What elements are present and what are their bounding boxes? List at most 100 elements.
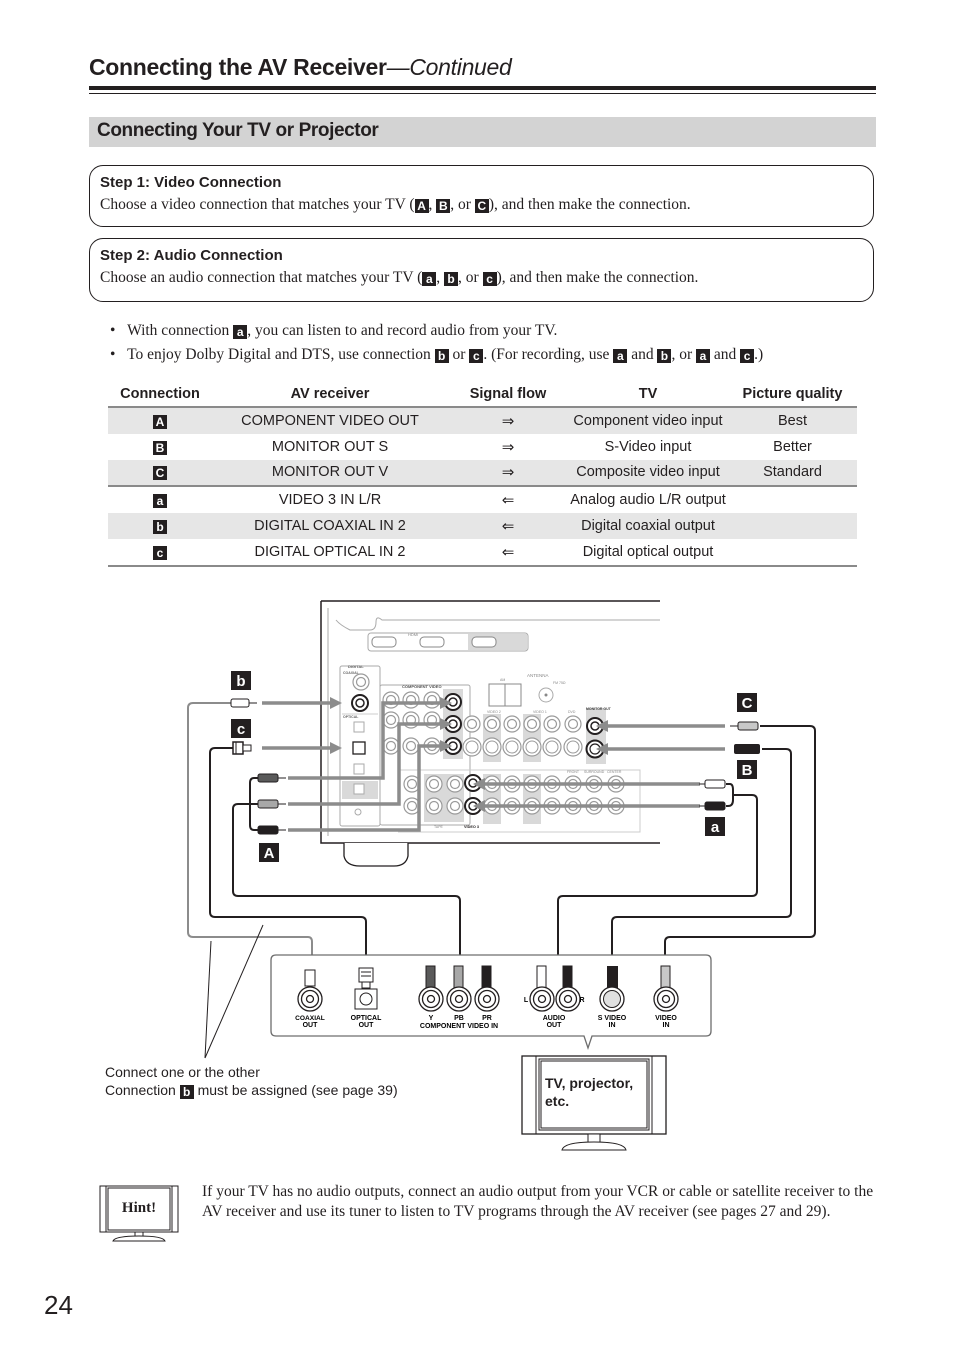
video1-label: VIDEO 1 (533, 710, 547, 714)
receiver-back-panel: HDMI DIGITAL COAXIAL OPTICAL COMPONENT V… (320, 600, 660, 867)
fm-label: FM 75Ω (553, 681, 566, 685)
table-row: a VIDEO 3 IN L/R ⇐ Analog audio L/R outp… (108, 485, 857, 514)
l-label: L (524, 997, 529, 1004)
audio-out-label: AUDIO (543, 1015, 566, 1022)
signal-flow-arrow-icon: ⇒ (448, 459, 568, 487)
step2-heading: Step 2: Audio Connection (100, 247, 283, 264)
page-title: Connecting the AV Receiver—Continued (89, 54, 512, 81)
r-label: R (579, 997, 584, 1004)
cell-receiver: VIDEO 3 IN L/R (212, 485, 448, 514)
connect-note-line1: Connect one or the other (105, 1064, 260, 1080)
signal-flow-arrow-icon: ⇒ (501, 437, 515, 456)
table-row: A COMPONENT VIDEO OUT ⇒ Component video … (108, 407, 857, 434)
badge-b: b (444, 272, 459, 286)
badge-A: A (414, 199, 429, 213)
optical-label: OPTICAL (343, 715, 359, 719)
connection-badge: b (153, 520, 167, 535)
cell-receiver: COMPONENT VIDEO OUT (212, 407, 448, 434)
cell-receiver: MONITOR OUT V (212, 459, 448, 487)
signal-flow-arrow-icon: ⇒ (448, 407, 568, 434)
svg-text:IN: IN (663, 1022, 670, 1029)
cell-quality: Better (773, 438, 812, 455)
note-pointer-lines (204, 924, 264, 1059)
cell-tv: S-Video input (604, 438, 692, 455)
monitor-out-label: MONITOR OUT (586, 707, 612, 711)
badge-c: c (482, 272, 497, 286)
badge-b: b (434, 349, 449, 363)
table-row: B MONITOR OUT S ⇒ S-Video input Better (108, 434, 857, 460)
col-header-signal-flow: Signal flow (448, 382, 568, 408)
col-header-tv: TV (568, 382, 728, 408)
hdmi-label: HDMI (408, 632, 418, 637)
connect-note-line2: Connection b must be assigned (see page … (105, 1082, 398, 1099)
front-label: FRONT (567, 770, 580, 774)
page-title-main: Connecting the AV Receiver (89, 54, 387, 80)
pb-label: PB (454, 1015, 464, 1022)
svg-text:b: b (236, 673, 245, 690)
cell-tv: Component video input (568, 407, 728, 434)
badge-c: c (469, 349, 484, 363)
cell-quality (728, 485, 857, 514)
cell-quality (728, 513, 857, 539)
pr-label: PR (482, 1015, 492, 1022)
signal-flow-arrow-icon: ⇐ (448, 538, 568, 567)
page-number: 24 (44, 1290, 73, 1320)
surround-label: SURROUND (584, 770, 605, 774)
svg-text:B: B (742, 762, 753, 779)
tv-label: TV, projector, etc. (545, 1075, 634, 1109)
digital-label: DIGITAL (348, 664, 364, 669)
badge-B: B (436, 199, 451, 213)
svg-text:a: a (711, 819, 720, 836)
antenna-label: ANTENNA (527, 673, 549, 678)
tv-connection-panel: COAXIAL OUT OPTICAL OUT Y PB PR COMPONEN… (270, 954, 712, 1051)
header-rule-thick (89, 86, 876, 90)
bullet-2: • To enjoy Dolby Digital and DTS, use co… (110, 346, 764, 363)
badge-C: C (474, 199, 489, 213)
col-header-picture-quality: Picture quality (728, 382, 857, 408)
signal-flow-arrow-icon: ⇐ (448, 485, 568, 514)
step2-text: Choose an audio connection that matches … (100, 269, 699, 286)
svg-text:C: C (742, 695, 753, 712)
table-row: C MONITOR OUT V ⇒ Composite video input … (108, 459, 857, 487)
table-header-row: Connection AV receiver Signal flow TV Pi… (108, 382, 857, 408)
component-video-in-label: COMPONENT VIDEO IN (420, 1023, 498, 1030)
svg-text:A: A (264, 845, 275, 862)
connection-badge: A (153, 414, 167, 429)
cell-quality (728, 538, 857, 567)
table-row: b DIGITAL COAXIAL IN 2 ⇐ Digital coaxial… (108, 513, 857, 539)
section-title: Connecting Your TV or Projector (97, 120, 379, 141)
badge-c: c (740, 349, 755, 363)
video-in-label: VIDEO (655, 1015, 677, 1022)
optical-out-label: OPTICAL (351, 1015, 382, 1022)
video2-label: VIDEO 2 (487, 710, 501, 714)
step2-box: Step 2: Audio Connection Choose an audio… (89, 238, 874, 302)
am-label: AM (500, 678, 505, 682)
bullet-1: • With connection a, you can listen to a… (110, 322, 558, 339)
svg-text:OUT: OUT (359, 1022, 375, 1029)
hint-text: If your TV has no audio outputs, connect… (202, 1183, 874, 1220)
page-title-suffix: —Continued (386, 54, 512, 80)
badge-a: a (422, 272, 437, 286)
cell-quality: Best (728, 407, 857, 434)
connection-badge: B (153, 440, 167, 455)
cell-tv: Analog audio L/R output (568, 485, 728, 514)
cell-quality: Standard (728, 459, 857, 487)
tape-label: TAPE (434, 825, 444, 829)
step1-text: Choose a video connection that matches y… (100, 196, 691, 213)
cell-receiver: MONITOR OUT S (271, 438, 389, 455)
table-row: c DIGITAL OPTICAL IN 2 ⇐ Digital optical… (108, 538, 857, 567)
hint-label: Hint! (121, 1200, 157, 1216)
step1-box: Step 1: Video Connection Choose a video … (89, 165, 874, 227)
badge-b: b (179, 1085, 194, 1099)
badge-b: b (657, 349, 672, 363)
col-header-av-receiver: AV receiver (212, 382, 448, 408)
component-video-label: COMPONENT VIDEO (402, 684, 442, 689)
connection-table: Connection AV receiver Signal flow TV Pi… (108, 382, 857, 567)
svg-text:c: c (237, 721, 245, 738)
badge-a: a (613, 349, 628, 363)
center-label: CENTER (607, 770, 622, 774)
cell-tv: Digital optical output (568, 538, 728, 567)
svg-text:OUT: OUT (547, 1022, 563, 1029)
dvd-label: DVD (568, 710, 576, 714)
svg-text:OUT: OUT (303, 1022, 319, 1029)
